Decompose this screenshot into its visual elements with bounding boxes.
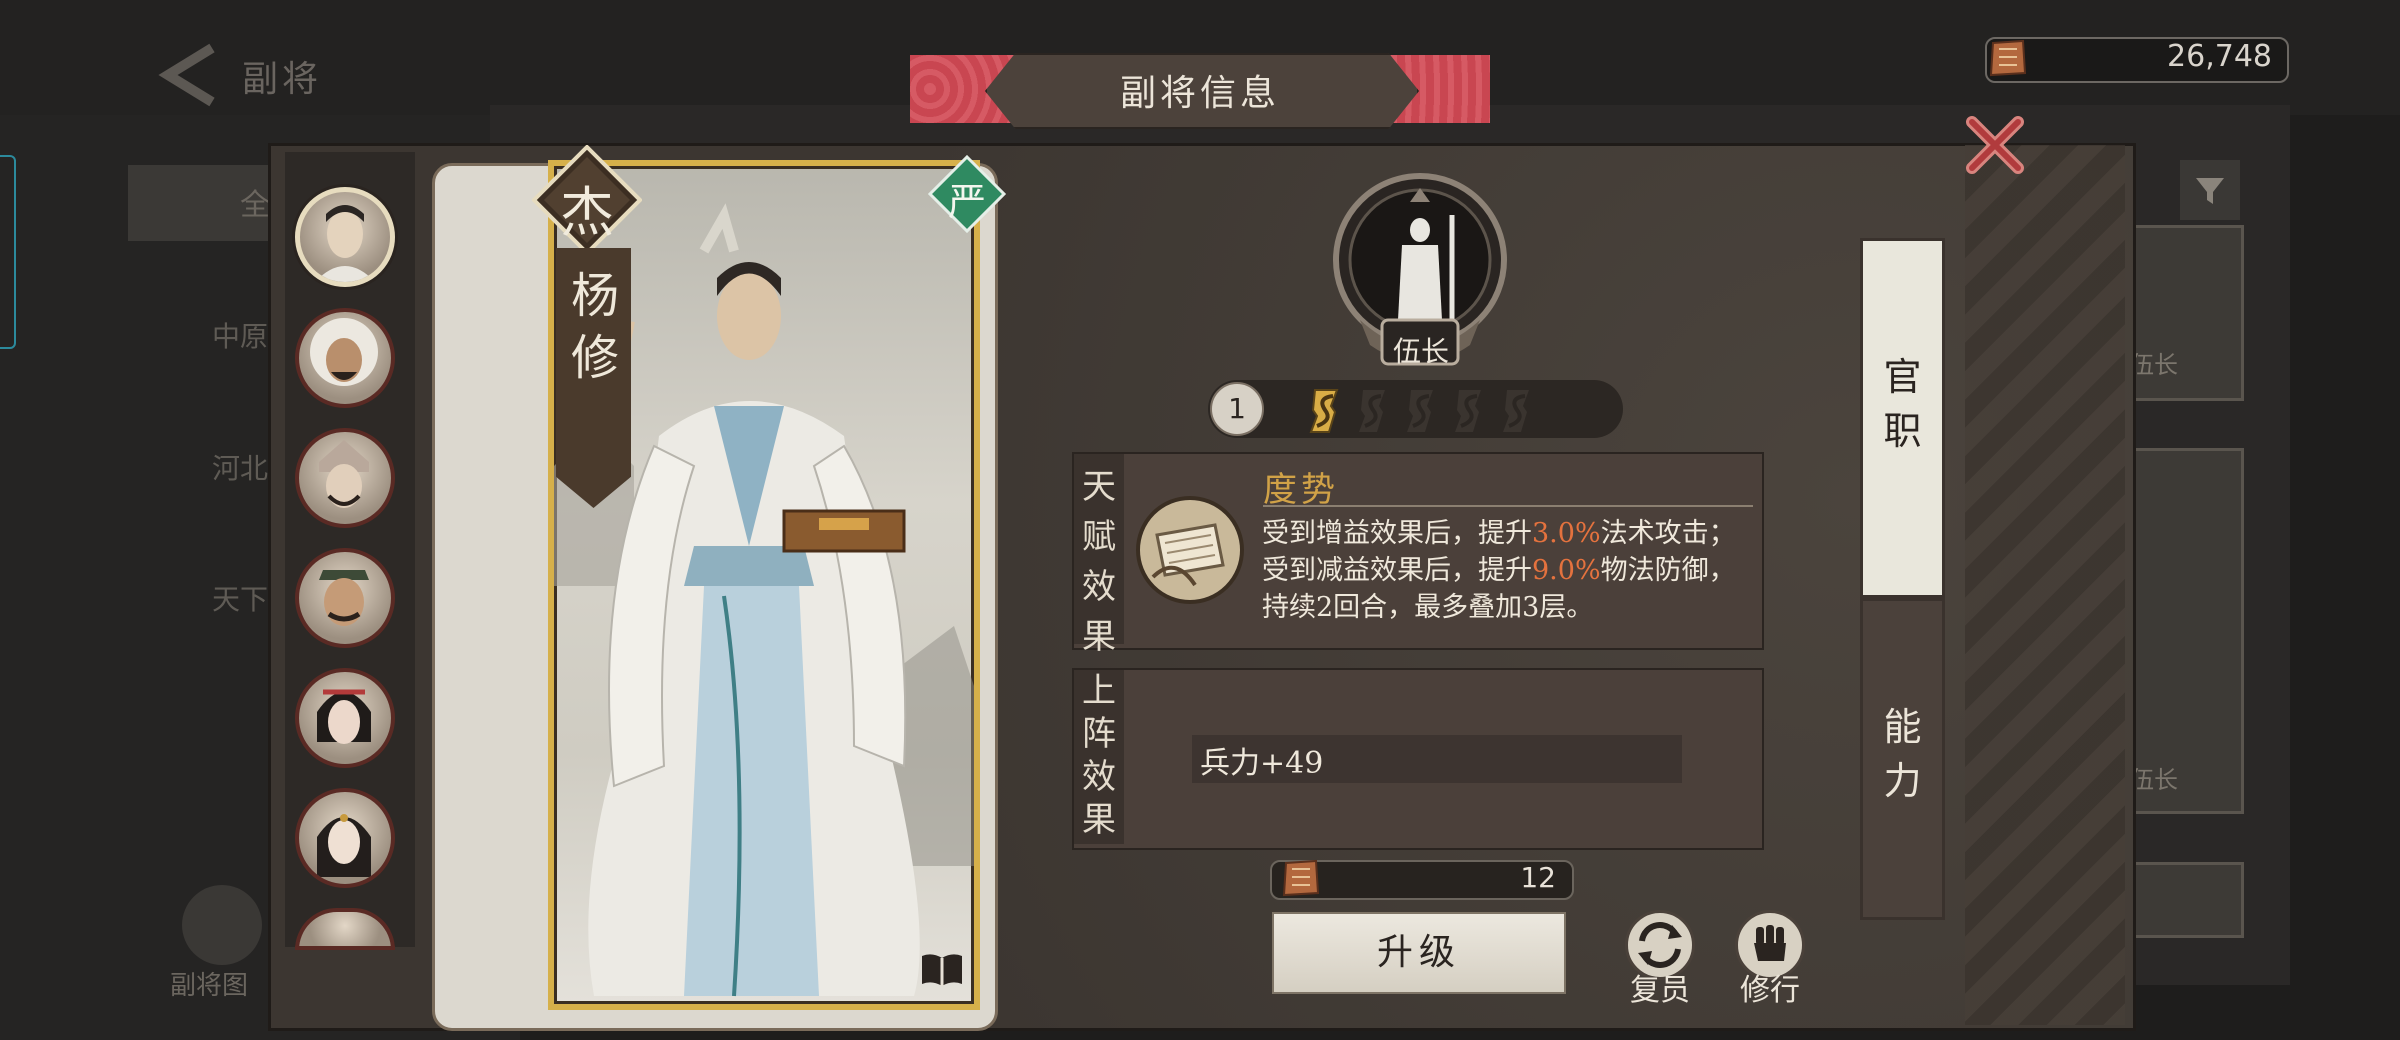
tab-office-label: 官 职 [1860,350,1945,458]
hero-avatar-yangxiu[interactable] [295,187,395,287]
talent-divider [1263,505,1753,507]
tab-ability-char: 能 [1883,705,1922,749]
tab-ability-label: 能 力 [1860,700,1945,808]
star-filled-icon [1309,389,1339,433]
rank-label: 伍长 [1392,335,1449,368]
hero-avatar[interactable] [295,308,395,408]
hero-avatar[interactable] [295,668,395,768]
library-icon[interactable] [182,885,262,965]
star-empty-icon [1455,390,1481,432]
camp-label: 严 [947,180,986,224]
hero-avatar[interactable] [295,548,395,648]
sidebar-accent [0,155,16,349]
background-card-label: 伍长 [2130,766,2178,794]
battle-label-char: 果 [1082,800,1116,840]
region-hebei[interactable]: 河北 [212,447,268,487]
coin-icon [1282,859,1320,897]
talent-label-char: 天 [1082,467,1116,507]
background-card[interactable] [2128,862,2244,938]
hero-avatar[interactable] [295,428,395,528]
region-central[interactable]: 中原 [212,315,268,355]
coin-icon [1989,39,2027,77]
region-world[interactable]: 天下 [212,578,268,618]
battle-section-label: 上 阵 效 果 [1074,670,1124,842]
talent-label-char: 效 [1082,567,1116,607]
upgrade-cost-value: 12 [1520,861,1556,894]
back-arrow-icon [158,43,215,107]
hero-name: 杨 修 [560,265,630,389]
talent-label-char: 赋 [1082,517,1116,557]
book-icon[interactable] [918,950,966,990]
modal-title: 副将信息 [1119,73,1280,114]
level-badge: 1 [1210,382,1264,436]
quality-label: 杰 [560,181,614,244]
hero-name-char: 杨 [570,268,619,324]
talent-icon [1136,496,1244,604]
background-card-label: 伍长 [2130,351,2178,379]
retire-label: 复员 [1630,973,1690,1008]
modal-pattern [1965,145,2125,1025]
filter-icon[interactable] [2180,160,2240,220]
close-icon[interactable] [1960,110,2030,180]
hero-avatar[interactable] [295,788,395,888]
battle-label-char: 效 [1082,757,1116,797]
tab-all-label: 全 [240,188,270,223]
talent-label-char: 果 [1082,617,1116,657]
talent-name: 度势 [1263,470,1339,510]
page-title: 副将 [242,59,323,100]
star-empty-icon [1407,390,1433,432]
tab-office-char: 职 [1883,409,1922,453]
battle-effect: 兵力+49 [1200,746,1324,781]
battle-label-char: 上 [1082,671,1116,711]
tab-ability-char: 力 [1883,759,1922,803]
back-button[interactable] [150,40,230,110]
currency-value: 26,748 [2167,39,2272,74]
library-label: 副将图 [170,971,249,1001]
star-empty-icon [1359,390,1385,432]
talent-section-label: 天 赋 效 果 [1074,462,1124,662]
star-empty-icon [1503,390,1529,432]
hero-name-char: 修 [570,330,619,386]
tab-office-char: 官 [1883,355,1922,399]
train-label: 修行 [1740,973,1800,1008]
battle-label-char: 阵 [1082,714,1116,754]
upgrade-button[interactable]: 升级 [1272,912,1566,994]
talent-description: 受到增益效果后，提升3.0%法术攻击；受到减益效果后，提升9.0%物法防御，持续… [1262,518,1736,623]
